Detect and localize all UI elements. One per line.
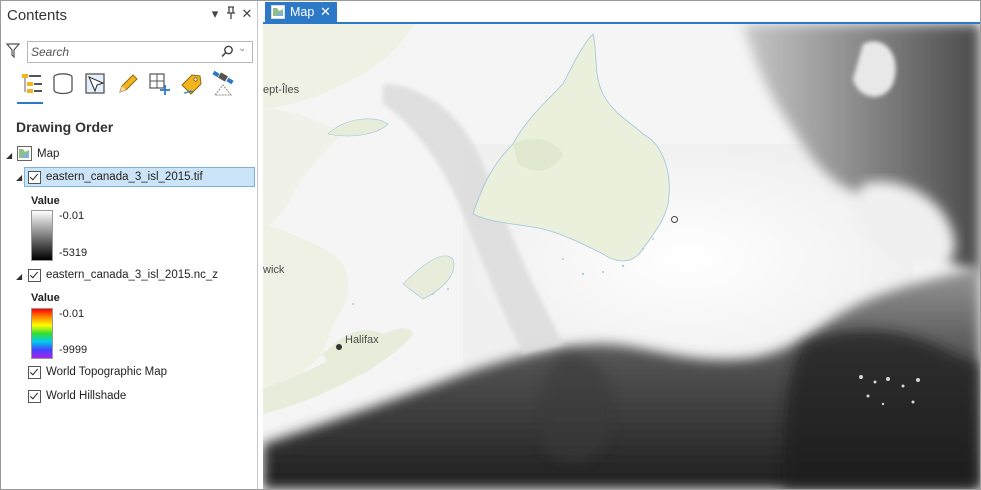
map-view[interactable]: ept-Îles wick Halifax bbox=[263, 24, 980, 489]
legend-max-value: -0.01 bbox=[59, 308, 85, 320]
city-marker bbox=[336, 344, 342, 350]
list-by-editing-icon[interactable] bbox=[115, 71, 141, 99]
tab-map[interactable]: Map ✕ bbox=[265, 2, 337, 22]
list-by-snapping-icon[interactable] bbox=[147, 71, 173, 99]
arcgis-pro-window: Contents ▾ ✕ ⌄ bbox=[0, 0, 981, 490]
search-box[interactable]: ⌄ bbox=[27, 41, 253, 63]
rainbow-legend-ramp bbox=[31, 308, 53, 359]
filter-icon[interactable] bbox=[5, 43, 21, 64]
grayscale-legend-ramp bbox=[31, 210, 53, 261]
layer-visibility-checkbox[interactable] bbox=[28, 269, 41, 282]
legend-title: Value bbox=[31, 195, 60, 207]
list-by-perspective-imagery-icon[interactable] bbox=[211, 70, 237, 99]
search-icon[interactable] bbox=[221, 45, 234, 63]
layer-visibility-checkbox[interactable] bbox=[28, 171, 41, 184]
drawing-order-heading: Drawing Order bbox=[16, 119, 114, 135]
map-tab-label: Map bbox=[290, 5, 315, 19]
city-marker bbox=[671, 216, 678, 223]
list-by-drawing-order-icon[interactable] bbox=[19, 71, 45, 99]
search-input[interactable] bbox=[31, 43, 211, 60]
map-canvas[interactable] bbox=[263, 24, 980, 489]
map-icon bbox=[17, 146, 32, 166]
close-pane-icon[interactable]: ✕ bbox=[240, 6, 254, 22]
place-label-sept-iles: ept-Îles bbox=[263, 84, 300, 96]
pin-icon[interactable] bbox=[224, 6, 238, 22]
place-label-brunswick: wick bbox=[263, 264, 285, 276]
legend-min-value: -9999 bbox=[59, 344, 88, 356]
pane-options-icon[interactable]: ▾ bbox=[208, 6, 222, 22]
place-label-halifax: Halifax bbox=[345, 334, 379, 346]
layer-label[interactable]: World Hillshade bbox=[46, 390, 126, 402]
layer-label[interactable]: World Topographic Map bbox=[46, 366, 167, 378]
layer-label[interactable]: eastern_canada_3_isl_2015.nc_z bbox=[46, 269, 218, 281]
layer-visibility-checkbox[interactable] bbox=[28, 390, 41, 403]
collapse-layer-arrow-icon[interactable]: ◢ bbox=[16, 272, 22, 281]
contents-pane: Contents ▾ ✕ ⌄ bbox=[1, 1, 258, 489]
search-options-chevron-icon[interactable]: ⌄ bbox=[238, 43, 246, 54]
layer-visibility-checkbox[interactable] bbox=[28, 366, 41, 379]
list-by-selection-icon[interactable] bbox=[83, 71, 109, 99]
collapse-map-arrow-icon[interactable]: ◢ bbox=[6, 151, 12, 160]
contents-pane-title: Contents bbox=[7, 7, 68, 24]
legend-min-value: -5319 bbox=[59, 247, 88, 259]
layer-label[interactable]: eastern_canada_3_isl_2015.tif bbox=[46, 171, 203, 183]
collapse-layer-arrow-icon[interactable]: ◢ bbox=[16, 173, 22, 182]
legend-max-value: -0.01 bbox=[59, 210, 85, 222]
legend-title: Value bbox=[31, 292, 60, 304]
active-tool-underline bbox=[17, 102, 43, 104]
map-root-label[interactable]: Map bbox=[37, 148, 59, 160]
close-tab-icon[interactable]: ✕ bbox=[320, 4, 331, 20]
list-by-source-icon[interactable] bbox=[51, 71, 77, 99]
list-by-labeling-icon[interactable] bbox=[179, 71, 205, 99]
